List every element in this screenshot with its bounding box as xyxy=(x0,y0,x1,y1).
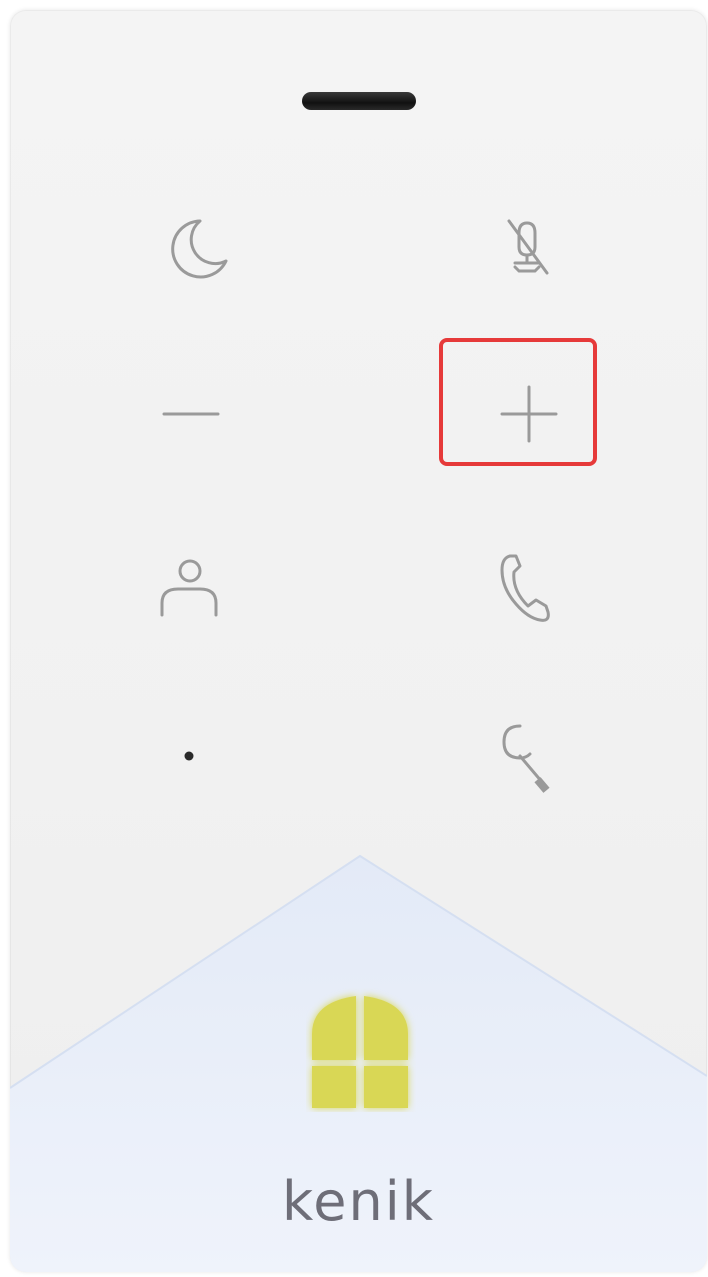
microphone-mute-button[interactable] xyxy=(462,188,592,308)
mic-off-icon xyxy=(507,219,549,275)
person-icon xyxy=(160,559,218,617)
volume-down-button[interactable] xyxy=(126,354,256,474)
call-button[interactable] xyxy=(462,528,592,648)
unlock-button[interactable] xyxy=(462,696,592,816)
dot-indicator xyxy=(184,751,194,761)
minus-icon xyxy=(162,412,220,416)
brand-logo: kenik xyxy=(281,1170,436,1233)
moon-icon xyxy=(171,219,228,279)
status-led xyxy=(124,696,254,816)
phone-icon xyxy=(500,554,550,622)
contacts-button[interactable] xyxy=(124,528,254,648)
door-lamp-button[interactable] xyxy=(306,988,416,1112)
window-icon xyxy=(312,996,408,1108)
do-not-disturb-button[interactable] xyxy=(134,188,264,308)
key-icon xyxy=(502,724,550,793)
intercom-device: kenik xyxy=(10,10,707,1272)
speaker-grille xyxy=(302,92,416,110)
plus-icon xyxy=(500,385,558,443)
volume-up-button[interactable] xyxy=(464,354,594,474)
